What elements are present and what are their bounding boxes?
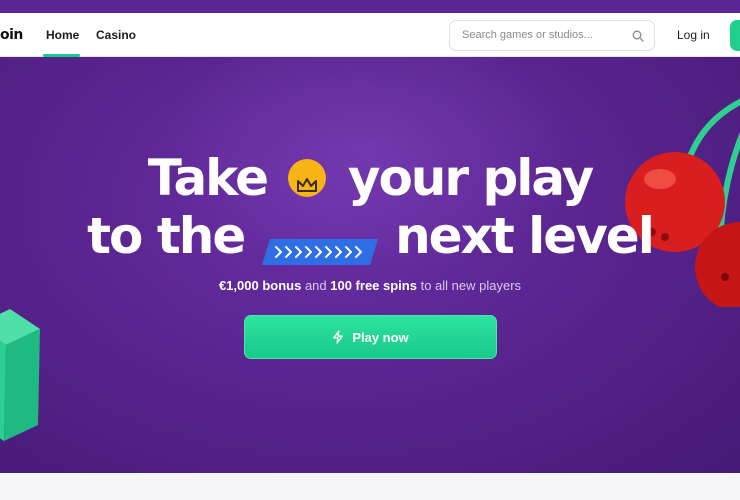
play-now-label: Play now [352, 329, 409, 345]
hero-headline-line1: Take your play [0, 149, 740, 207]
lightning-icon [333, 330, 344, 344]
search-icon[interactable] [632, 30, 644, 42]
green-cube-decoration [0, 309, 40, 441]
nav-home-link[interactable]: Home [46, 13, 79, 57]
arrows-icon [261, 221, 378, 265]
brand-logo[interactable]: oin [0, 27, 23, 43]
subtitle-rest: to all new players [416, 278, 522, 293]
headline-words-next-level: next level [395, 207, 655, 265]
login-button[interactable]: Log in [677, 13, 710, 57]
free-spins-amount: 100 free spins [330, 278, 417, 293]
subtitle-and: and [301, 278, 331, 293]
page-below-hero [0, 473, 740, 500]
hero-headline-line2: to the next level [0, 207, 740, 265]
play-now-content: Play now [245, 316, 496, 358]
search-box[interactable]: Search games or studios... [449, 20, 655, 51]
headline-word-take: Take [147, 149, 269, 207]
hero-banner: Take your play to the next level €1,000 … [0, 57, 740, 473]
headline-words-your-play: your play [347, 149, 594, 207]
bonus-amount: €1,000 bonus [218, 278, 302, 293]
hero-subtitle: €1,000 bonus and 100 free spins to all n… [0, 278, 740, 293]
headline-words-to-the: to the [87, 207, 246, 265]
signup-button[interactable] [730, 20, 740, 51]
top-strip [0, 0, 740, 13]
search-input[interactable]: Search games or studios... [462, 29, 593, 41]
play-now-button[interactable]: Play now [244, 315, 497, 359]
crown-icon [288, 158, 327, 197]
nav-casino-link[interactable]: Casino [96, 13, 136, 57]
navbar: oin Home Casino Search games or studios.… [0, 13, 740, 57]
